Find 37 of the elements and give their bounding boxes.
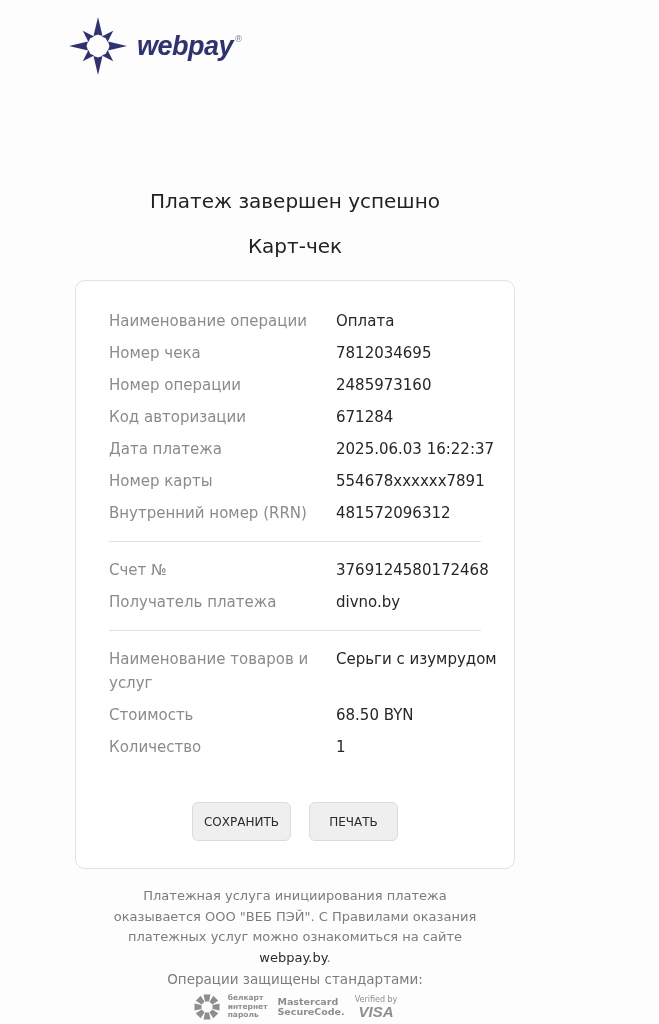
- field-label: Получатель платежа: [109, 592, 278, 613]
- print-button[interactable]: ПЕЧАТЬ: [309, 802, 399, 841]
- field-value: 481572096312: [336, 503, 452, 524]
- field-value: 68.50 BYN: [336, 705, 415, 726]
- field-value: divno.by: [336, 592, 402, 613]
- page-title: Платеж завершен успешно: [149, 188, 441, 215]
- save-button[interactable]: СОХРАНИТЬ: [191, 802, 292, 841]
- field-label: Наименование товаров и услуг: [109, 649, 310, 694]
- logo-text: webpay: [137, 30, 234, 62]
- standards-caption: Операции защищены стандартами:: [166, 970, 424, 989]
- field-label: Внутренний номер (RRN): [109, 503, 308, 524]
- segmented-ring-icon: [192, 993, 221, 1021]
- field-value: Оплата: [336, 311, 396, 332]
- field-value: Серьги с изумрудом: [336, 649, 498, 670]
- field-label: Номер карты: [109, 471, 214, 492]
- website-link[interactable]: webpay.by: [259, 949, 327, 965]
- field-value: 2025.06.03 16:22:37: [336, 439, 496, 460]
- page-subtitle: Карт-чек: [246, 233, 344, 260]
- field-label: Номер операции: [109, 375, 242, 396]
- field-value: 671284: [336, 407, 395, 428]
- logo-text: Verified by: [354, 994, 398, 1004]
- field-label: Номер чека: [109, 343, 202, 364]
- field-label: Количество: [109, 737, 203, 758]
- field-value: 7812034695: [336, 343, 433, 364]
- field-value: 3769124580172468: [336, 560, 490, 581]
- logo-text: VISA: [358, 1003, 394, 1020]
- field-label: Стоимость: [109, 705, 195, 726]
- registered-mark: ®: [234, 34, 244, 44]
- payment-service-notice: Платежная услуга инициирования платежа оказывается ООО "ВЕБ ПЭЙ". С Правилами оказания платежных услуг можно ознакомиться на сайте webpay.by.: [112, 887, 478, 967]
- field-label: Дата платежа: [109, 439, 223, 460]
- field-label: Счет №: [109, 560, 168, 581]
- field-label: Код авторизации: [109, 407, 248, 428]
- logo-text: Mastercard SecureCode.: [277, 996, 345, 1018]
- field-value: 554678xxxxxx7891: [336, 471, 486, 492]
- field-value: 1: [336, 737, 347, 758]
- field-label: Наименование операции: [109, 311, 308, 332]
- field-value: 2485973160: [336, 375, 433, 396]
